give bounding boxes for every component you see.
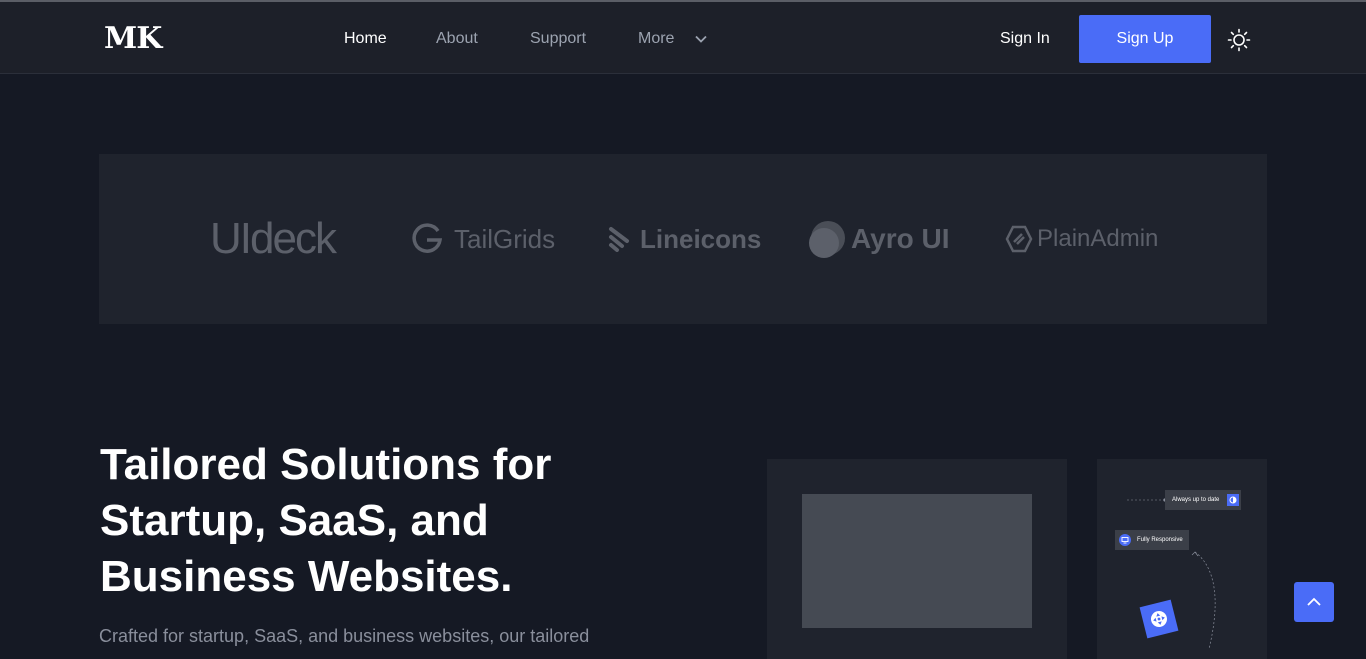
tailgrids-logo-icon bbox=[412, 223, 443, 253]
brand-label: Lineicons bbox=[640, 223, 762, 254]
preview-card bbox=[767, 459, 1067, 659]
hero-title: Tailored Solutions for Startup, SaaS, an… bbox=[100, 440, 552, 601]
plainadmin-logo-icon bbox=[1005, 225, 1033, 253]
hero-subtitle: Crafted for startup, SaaS, and business … bbox=[99, 626, 590, 646]
always-up-to-date-badge: Always up to date bbox=[1165, 490, 1242, 510]
scroll-to-top-button[interactable] bbox=[1294, 582, 1334, 622]
connector-lines bbox=[1127, 498, 1216, 650]
ayro-logo-icon bbox=[809, 221, 845, 258]
brand-label: TailGrids bbox=[454, 223, 556, 254]
preview-image-placeholder bbox=[802, 494, 1032, 628]
brand-logos-section: UIdeck TailGrids Lineicons Ayro UI Plain… bbox=[99, 154, 1267, 324]
brand-label: Ayro UI bbox=[851, 223, 950, 254]
lineicons-logo-icon bbox=[609, 227, 629, 252]
sign-in-link[interactable]: Sign In bbox=[1000, 30, 1050, 48]
brand-tailgrids[interactable]: TailGrids bbox=[410, 218, 555, 260]
chevron-down-icon[interactable] bbox=[693, 31, 709, 47]
features-card: Always up to date Fully Responsive bbox=[1097, 459, 1267, 659]
nav-support-link[interactable]: Support bbox=[530, 30, 586, 48]
brand-uideck[interactable]: UIdeck bbox=[210, 214, 337, 263]
sign-up-button[interactable]: Sign Up bbox=[1079, 15, 1211, 63]
sun-icon[interactable] bbox=[1227, 28, 1251, 52]
fully-responsive-badge: Fully Responsive bbox=[1115, 530, 1189, 550]
brand-label: PlainAdmin bbox=[1037, 225, 1159, 252]
brand-label: UIdeck bbox=[210, 214, 337, 263]
nav-about-link[interactable]: About bbox=[436, 30, 478, 48]
brand-plainadmin[interactable]: PlainAdmin bbox=[1005, 218, 1158, 260]
nav-more-link[interactable]: More bbox=[638, 30, 674, 48]
brand-lineicons[interactable]: Lineicons bbox=[608, 218, 761, 260]
badge-label: Always up to date bbox=[1172, 497, 1220, 503]
contrast-icon bbox=[1227, 494, 1240, 506]
monitor-icon bbox=[1119, 534, 1131, 546]
nav-home-link[interactable]: Home bbox=[344, 30, 387, 48]
arrow-up-icon bbox=[1307, 597, 1321, 606]
brand-ayro-ui[interactable]: Ayro UI bbox=[807, 218, 950, 260]
logo[interactable]: MK bbox=[104, 22, 162, 56]
site-header: MK Home About Support More Sign In Sign … bbox=[0, 2, 1366, 74]
badge-label: Fully Responsive bbox=[1137, 537, 1183, 543]
